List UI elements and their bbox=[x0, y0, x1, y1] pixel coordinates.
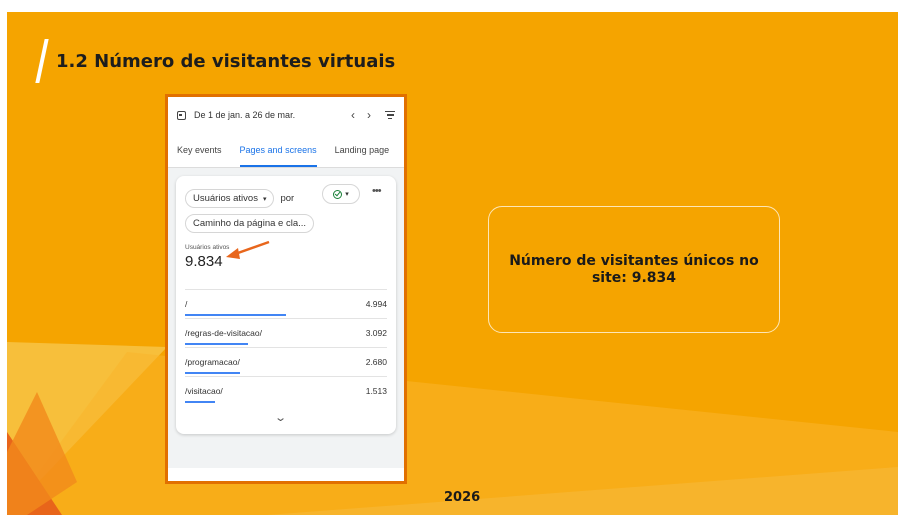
year-label: 2026 bbox=[444, 490, 481, 505]
info-text: Número de visitantes únicos no site: 9.8… bbox=[509, 253, 759, 286]
slide: 1.2 Número de visitantes virtuais De 1 d… bbox=[7, 12, 898, 515]
info-box: Número de visitantes únicos no site: 9.8… bbox=[488, 206, 780, 333]
